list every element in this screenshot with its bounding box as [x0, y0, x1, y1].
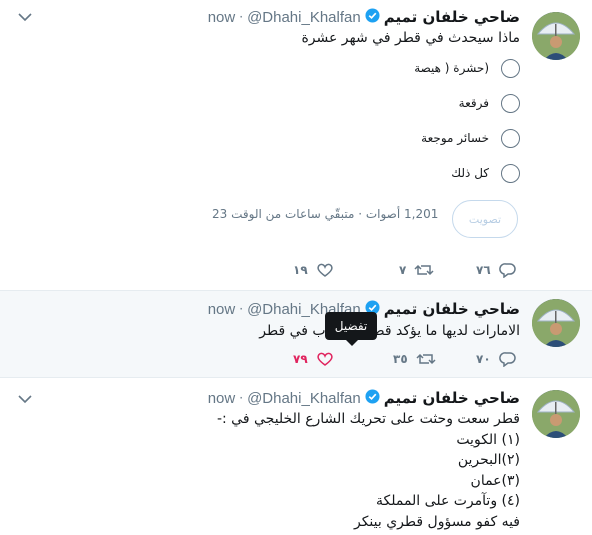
like-count: ٧٩: [293, 352, 308, 366]
poll-option-label: (حشرة ( هيصة: [414, 61, 489, 75]
tweet-text-line: (٢)البحرين: [457, 452, 520, 468]
tweet-text-line: (٤) وتآمرت على المملكة: [375, 493, 520, 509]
separator-dot: ·: [239, 10, 244, 24]
poll-option-label: فرقعة: [458, 96, 489, 110]
username[interactable]: @Dhahi_Khalfan: [247, 390, 361, 407]
avatar[interactable]: [532, 12, 580, 60]
poll-option[interactable]: كل ذلك: [451, 162, 520, 184]
like-button[interactable]: ١٩: [293, 262, 334, 278]
separator-dot: ·: [239, 391, 244, 405]
tweet-actions: ٧٦ ٧ ١٩: [0, 262, 592, 280]
avatar-photo: [532, 390, 580, 438]
timestamp[interactable]: now: [208, 390, 236, 407]
retweet-icon: [416, 353, 436, 365]
poll-info: 1,201 أصوات · متبقّي ساعات من الوقت 23: [212, 207, 438, 221]
radio-button[interactable]: [501, 128, 520, 148]
reply-icon: [498, 352, 516, 367]
poll-time-remaining: · متبقّي ساعات من الوقت 23: [212, 207, 363, 221]
like-count: ١٩: [293, 263, 308, 277]
radio-button[interactable]: [501, 163, 520, 183]
chevron-down-icon[interactable]: [18, 394, 32, 404]
display-name[interactable]: ضاحي خلفان تميم: [384, 389, 520, 407]
tweet[interactable]: ضاحي خلفان تميم @Dhahi_Khalfan · now قطر…: [0, 378, 592, 535]
username[interactable]: @Dhahi_Khalfan: [247, 9, 361, 26]
like-tooltip: تفضيل: [325, 312, 377, 346]
avatar[interactable]: [532, 299, 580, 347]
retweet-count: ٧: [399, 263, 407, 277]
poll-option[interactable]: خسائر موجعة: [421, 127, 520, 149]
retweet-button[interactable]: ٧: [399, 262, 434, 278]
tweet-text: ماذا سيحدث في قطر في شهر عشرة: [301, 30, 520, 46]
poll-option[interactable]: فرقعة: [459, 92, 520, 114]
reply-count: ٧٠: [476, 352, 491, 366]
timestamp[interactable]: now: [208, 9, 236, 26]
display-name[interactable]: ضاحي خلفان تميم: [384, 8, 520, 26]
tweet-text-line: (١) الكويت: [456, 431, 520, 448]
poll-option-label: خسائر موجعة: [421, 131, 489, 145]
radio-button[interactable]: [501, 58, 520, 78]
verified-badge-icon: [365, 388, 380, 408]
tweet-header: ضاحي خلفان تميم @Dhahi_Khalfan · now: [208, 388, 520, 408]
reply-button[interactable]: ٧٦: [476, 262, 517, 278]
tweet-text: قطر سعت وحثت على تحريك الشارع الخليجي في…: [217, 409, 520, 532]
retweet-count: ٣٥: [393, 352, 408, 366]
tweet-poll[interactable]: ضاحي خلفان تميم @Dhahi_Khalfan · now ماذ…: [0, 0, 592, 291]
tweet-header: ضاحي خلفان تميم @Dhahi_Khalfan · now: [208, 7, 520, 27]
radio-button[interactable]: [501, 93, 520, 113]
tweet-text: الامارات لديها ما يؤكد قضايا الارهاب في …: [259, 323, 520, 339]
chevron-down-icon[interactable]: [18, 12, 32, 22]
avatar-photo: [532, 12, 580, 60]
tweet-text-line: (٣)عمان: [470, 472, 520, 489]
poll-option[interactable]: (حشرة ( هيصة: [414, 57, 520, 79]
tweet-actions: ٧٠ ٣٥ ٧٩: [0, 351, 592, 369]
display-name[interactable]: ضاحي خلفان تميم: [384, 300, 520, 318]
avatar[interactable]: [532, 390, 580, 438]
like-button[interactable]: ٧٩: [293, 351, 334, 367]
separator-dot: ·: [239, 302, 244, 316]
retweet-button[interactable]: ٣٥: [393, 351, 436, 367]
tweet[interactable]: ضاحي خلفان تميم @Dhahi_Khalfan · now الا…: [0, 291, 592, 378]
reply-count: ٧٦: [476, 263, 491, 277]
tweet-text-line: قطر سعت وحثت على تحريك الشارع الخليجي في…: [216, 411, 520, 427]
tweet-text-line: فيه كفو مسؤول قطري بينكر: [353, 513, 520, 530]
heart-icon: [317, 263, 333, 277]
timestamp[interactable]: now: [208, 301, 236, 318]
heart-icon: [317, 352, 333, 366]
avatar-photo: [532, 299, 580, 347]
retweet-icon: [414, 264, 434, 276]
verified-badge-icon: [365, 7, 380, 27]
poll-votes: 1,201 أصوات: [365, 207, 439, 221]
vote-button[interactable]: تصويت: [452, 200, 518, 238]
reply-icon: [498, 263, 516, 278]
poll-option-label: كل ذلك: [451, 166, 489, 180]
reply-button[interactable]: ٧٠: [476, 351, 517, 367]
